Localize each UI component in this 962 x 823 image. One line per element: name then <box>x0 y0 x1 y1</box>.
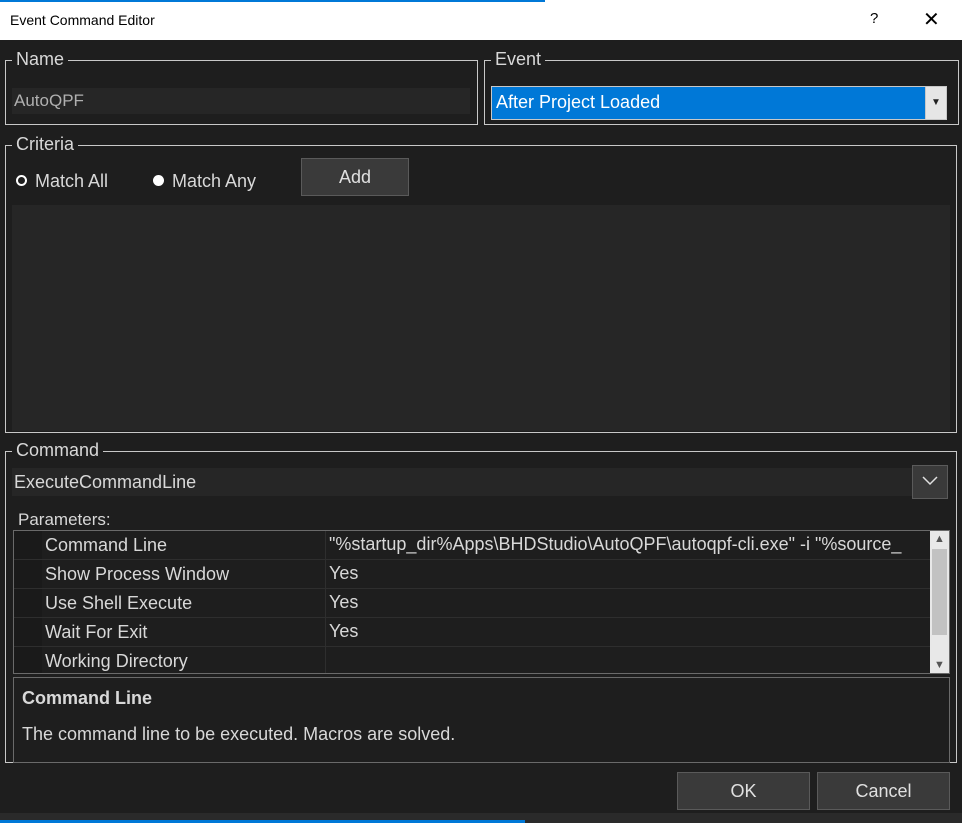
command-dropdown-button[interactable] <box>912 465 948 499</box>
command-legend: Command <box>12 439 104 461</box>
chevron-down-icon[interactable]: ▼ <box>925 87 946 119</box>
param-name: Show Process Window <box>45 564 230 584</box>
scroll-down-icon[interactable]: ▼ <box>930 657 949 673</box>
grid-column-separator <box>325 531 326 673</box>
param-value[interactable]: "%startup_dir%Apps\BHDStudio\AutoQPF\aut… <box>329 534 929 555</box>
close-button[interactable]: ✕ <box>923 7 940 32</box>
match-any-label: Match Any <box>172 171 257 191</box>
radio-unchecked-icon <box>16 175 27 186</box>
param-value[interactable]: Yes <box>329 592 929 613</box>
param-name: Working Directory <box>45 651 188 671</box>
help-button[interactable]: ? <box>870 10 878 27</box>
event-group: Event After Project Loaded ▼ <box>484 48 959 125</box>
description-title: Command Line <box>22 688 153 708</box>
param-row-working-directory[interactable]: Working Directory <box>14 647 930 673</box>
description-panel: Command Line The command line to be exec… <box>13 677 950 763</box>
param-row-wait-for-exit[interactable]: Wait For Exit Yes <box>14 618 930 647</box>
radio-checked-icon <box>153 175 164 186</box>
add-criteria-button[interactable]: Add <box>301 158 409 196</box>
parameters-grid: Command Line "%startup_dir%Apps\BHDStudi… <box>13 530 950 674</box>
command-group: Command ExecuteCommandLine Parameters: C… <box>5 439 957 763</box>
name-group: Name AutoQPF <box>5 48 478 125</box>
match-all-radio[interactable]: Match All <box>16 171 108 192</box>
param-name: Use Shell Execute <box>45 593 193 613</box>
ok-button[interactable]: OK <box>677 772 810 810</box>
match-any-radio[interactable]: Match Any <box>153 171 256 192</box>
param-value[interactable]: Yes <box>329 563 929 584</box>
name-legend: Name <box>12 48 69 70</box>
scrollbar-thumb[interactable] <box>932 549 947 635</box>
event-legend: Event <box>491 48 546 70</box>
param-name: Wait For Exit <box>45 622 148 642</box>
background-window-strip <box>0 813 962 823</box>
criteria-list[interactable] <box>12 205 950 431</box>
name-input[interactable]: AutoQPF <box>12 88 470 114</box>
parameters-scrollbar[interactable]: ▲ ▼ <box>930 531 949 673</box>
param-value[interactable]: Yes <box>329 621 929 642</box>
chevron-down-icon <box>922 476 938 486</box>
parameters-label: Parameters: <box>18 510 111 529</box>
scroll-up-icon[interactable]: ▲ <box>930 531 949 547</box>
param-name: Command Line <box>45 535 168 555</box>
criteria-legend: Criteria <box>12 133 79 155</box>
match-all-label: Match All <box>35 171 109 191</box>
cancel-button[interactable]: Cancel <box>817 772 950 810</box>
title-accent-line <box>0 0 545 2</box>
title-bar: Event Command Editor ? ✕ <box>0 0 962 40</box>
description-text: The command line to be executed. Macros … <box>22 724 456 744</box>
criteria-group: Criteria Match All Match Any Add <box>5 133 957 433</box>
param-row-show-process-window[interactable]: Show Process Window Yes <box>14 560 930 589</box>
event-selected-value: After Project Loaded <box>496 92 661 112</box>
window-title: Event Command Editor <box>10 12 155 28</box>
event-dropdown[interactable]: After Project Loaded ▼ <box>491 86 947 120</box>
command-dropdown[interactable]: ExecuteCommandLine <box>12 468 912 496</box>
param-row-command-line[interactable]: Command Line "%startup_dir%Apps\BHDStudi… <box>14 531 930 560</box>
param-row-use-shell-execute[interactable]: Use Shell Execute Yes <box>14 589 930 618</box>
